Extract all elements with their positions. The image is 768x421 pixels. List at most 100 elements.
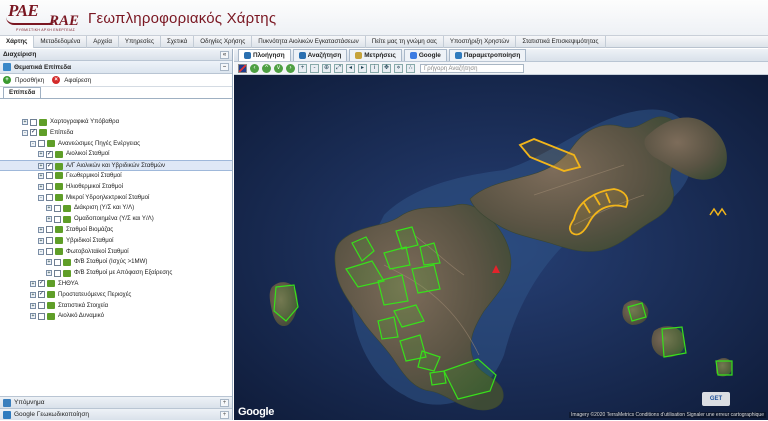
zoom-previous-icon[interactable]: ◂	[346, 63, 355, 73]
menu-item[interactable]: Μεταδεδομένα	[34, 36, 88, 48]
expand-node-icon[interactable]: +	[30, 313, 36, 320]
satellite-map[interactable]: Google GET Imagery ©2020 TerraMetrics Co…	[234, 75, 768, 420]
collapse-node-icon[interactable]: -	[38, 194, 44, 201]
layer-tree-row[interactable]: + Ηλιοθερμικοί Σταθμοί	[0, 182, 232, 193]
map-tab[interactable]: Google	[403, 49, 447, 61]
layer-tree-row[interactable]: - ✓ Επίπεδα	[0, 128, 232, 139]
zoom-extent-icon[interactable]: ⤢	[334, 63, 343, 73]
layer-checkbox[interactable]	[46, 172, 53, 180]
pan-down-icon[interactable]: v	[274, 63, 283, 73]
zoom-box-icon[interactable]: ⊕	[322, 63, 331, 73]
layer-checkbox[interactable]: ✓	[46, 162, 53, 170]
select-icon[interactable]: ⋄	[394, 63, 403, 73]
map-tab[interactable]: Πλοήγηση	[238, 49, 291, 61]
layer-checkbox[interactable]	[54, 258, 61, 266]
pan-right-icon[interactable]: ›	[286, 63, 295, 73]
menu-item[interactable]: Στατιστικά Επισκεψιμότητας	[516, 36, 606, 48]
layer-checkbox[interactable]	[38, 140, 45, 148]
expand-node-icon[interactable]: +	[46, 205, 52, 212]
expand-geocoding-icon[interactable]: +	[220, 411, 229, 419]
expand-node-icon[interactable]: +	[46, 270, 52, 277]
layer-tree-row[interactable]: + Αιολικό Δυναμικό	[0, 311, 232, 322]
menu-item[interactable]: Υπηρεσίες	[119, 36, 161, 48]
layer-tree-row[interactable]: + Γεωθερμικοί Σταθμοί	[0, 171, 232, 182]
layer-tree-row[interactable]: + Υβριδικοί Σταθμοί	[0, 236, 232, 247]
pan-left-icon[interactable]: ‹	[250, 63, 259, 73]
layer-checkbox[interactable]	[38, 302, 45, 310]
layer-checkbox[interactable]	[46, 194, 53, 202]
expand-node-icon[interactable]: +	[38, 151, 44, 158]
layer-checkbox[interactable]: ✓	[30, 129, 37, 137]
map-copyright[interactable]: Imagery ©2020 TerraMetrics Conditions d'…	[569, 412, 766, 418]
quick-search-input[interactable]: Γρήγορη Αναζήτηση	[420, 63, 524, 73]
tab-layers[interactable]: Επίπεδα	[3, 87, 42, 98]
pan-hand-icon[interactable]: ✥	[382, 63, 391, 73]
menu-item[interactable]: Οδηγίες Χρήσης	[194, 36, 253, 48]
map-tab[interactable]: Μετρήσεις	[349, 49, 402, 61]
legend-panel-header[interactable]: Υπόμνημα +	[0, 396, 232, 408]
uk-flag-icon[interactable]	[238, 63, 247, 73]
layer-checkbox[interactable]: ✓	[38, 291, 45, 299]
expand-node-icon[interactable]: +	[38, 163, 44, 170]
layer-checkbox[interactable]	[54, 204, 61, 212]
layer-tree-row[interactable]: + Στατιστικά Στοιχεία	[0, 301, 232, 312]
layer-checkbox[interactable]	[38, 312, 45, 320]
geocoding-panel-header[interactable]: Google Γεωκωδικοποίηση +	[0, 408, 232, 420]
expand-node-icon[interactable]: +	[46, 259, 52, 266]
expand-node-icon[interactable]: +	[46, 216, 52, 223]
layer-tree-row[interactable]: + ✓ ΣΗΘΥΑ	[0, 279, 232, 290]
expand-node-icon[interactable]: +	[38, 172, 44, 179]
minimize-layers-icon[interactable]: –	[220, 63, 229, 71]
layer-tree-row[interactable]: + ✓ Προστατευόμενες Περιοχές	[0, 290, 232, 301]
zoom-in-icon[interactable]: +	[298, 63, 307, 73]
layer-checkbox[interactable]	[46, 237, 53, 245]
layer-tree-row[interactable]: - Μικροί Υδροηλεκτρικοί Σταθμοί	[0, 193, 232, 204]
menu-item[interactable]: Υποστήριξη Χρηστών	[444, 36, 517, 48]
layer-tree-row[interactable]: + ✓ Αιολικοί Σταθμοί	[0, 149, 232, 160]
menu-item[interactable]: Σχετικά	[161, 36, 195, 48]
layer-checkbox[interactable]	[54, 215, 61, 223]
layer-checkbox[interactable]	[54, 269, 61, 277]
layer-tree-row[interactable]: + Χαρτογραφικά Υπόβαθρα	[0, 117, 232, 128]
layer-checkbox[interactable]	[46, 183, 53, 191]
layer-checkbox[interactable]	[46, 226, 53, 234]
collapse-node-icon[interactable]: -	[22, 129, 28, 136]
expand-node-icon[interactable]: +	[38, 183, 44, 190]
layer-tree-row[interactable]: - Φωτοβολταϊκοί Σταθμοί	[0, 247, 232, 258]
menu-item[interactable]: Χάρτης	[0, 36, 35, 48]
layer-tree-row[interactable]: + Φ/Β Σταθμοί με Απόφαση Εξαίρεσης	[0, 268, 232, 279]
remove-layer-button[interactable]: Αφαίρεση	[64, 77, 91, 84]
layer-tree-row[interactable]: + Ομαδοποιημένα (Υ/Σ και Υ/Λ)	[0, 214, 232, 225]
layer-checkbox[interactable]	[46, 248, 53, 256]
zoom-out-icon[interactable]: -	[310, 63, 319, 73]
expand-node-icon[interactable]: +	[38, 237, 44, 244]
expand-node-icon[interactable]: +	[38, 226, 44, 233]
collapse-node-icon[interactable]: -	[30, 140, 36, 147]
menu-item[interactable]: Πείτε μας τη γνώμη σας	[366, 36, 444, 48]
expand-node-icon[interactable]: +	[30, 291, 36, 298]
map-tab[interactable]: Αναζήτηση	[292, 49, 348, 61]
layer-tree-row[interactable]: - Ανανεώσιμες Πηγές Ενέργειας	[0, 139, 232, 150]
menu-item[interactable]: Αρχεία	[87, 36, 119, 48]
layer-tree-row[interactable]: + Σταθμοί Βιομάζας	[0, 225, 232, 236]
network-icon[interactable]: ∴	[406, 63, 415, 73]
collapse-node-icon[interactable]: -	[38, 248, 44, 255]
expand-node-icon[interactable]: +	[30, 280, 36, 287]
layer-tree-row[interactable]: + Φ/Β Σταθμοί (Ισχύς >1MW)	[0, 257, 232, 268]
map-canvas[interactable]	[234, 75, 768, 420]
layer-checkbox[interactable]: ✓	[46, 150, 53, 158]
layer-tree-row[interactable]: + ✓ Α/Γ Αιολικών και Υβριδικών Σταθμών	[0, 160, 232, 171]
menu-item[interactable]: Πυκνότητα Αιολικών Εγκαταστάσεων	[252, 36, 366, 48]
map-tab[interactable]: Παραμετροποίηση	[448, 49, 527, 61]
expand-node-icon[interactable]: +	[22, 119, 28, 125]
expand-legend-icon[interactable]: +	[220, 399, 229, 407]
layer-tree-row[interactable]: + Διάκριση (Υ/Σ και Υ/Λ)	[0, 203, 232, 214]
zoom-next-icon[interactable]: ▸	[358, 63, 367, 73]
layer-checkbox[interactable]	[30, 118, 37, 126]
pan-up-icon[interactable]: ^	[262, 63, 271, 73]
expand-node-icon[interactable]: +	[30, 302, 36, 309]
add-layer-button[interactable]: Προσθήκη	[15, 77, 44, 84]
collapse-panel-icon[interactable]: «	[220, 51, 229, 59]
layer-checkbox[interactable]: ✓	[38, 280, 45, 288]
identify-icon[interactable]: i	[370, 63, 379, 73]
